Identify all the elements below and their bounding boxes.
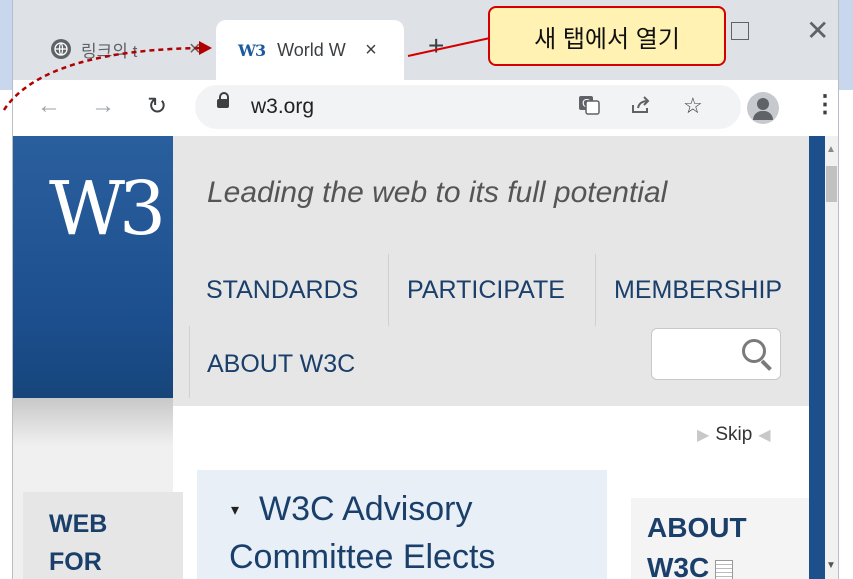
- forward-arrow-icon[interactable]: →: [91, 92, 115, 120]
- skip-row: ▶ Skip ◀: [173, 406, 809, 464]
- web-page: W3 Leading the web to its full potential…: [13, 136, 825, 579]
- left-column: WEB FOR: [23, 492, 183, 579]
- news-headline-line-2[interactable]: Committee Elects: [229, 538, 495, 577]
- search-input[interactable]: [651, 328, 781, 380]
- nav-standards[interactable]: STANDARDS: [206, 276, 358, 305]
- maximize-icon[interactable]: [731, 22, 749, 40]
- document-icon: [715, 559, 734, 579]
- w3-favicon-icon: W3: [238, 40, 266, 60]
- translate-icon[interactable]: G: [577, 93, 601, 123]
- nav-about-w3c[interactable]: ABOUT W3C: [207, 350, 355, 379]
- nav-participate[interactable]: PARTICIPATE: [407, 276, 565, 305]
- tagline: Leading the web to its full potential: [207, 176, 668, 209]
- tab-inactive-title: 링크의 t: [81, 41, 138, 61]
- right-column-line-1[interactable]: ABOUT: [647, 512, 747, 544]
- right-column: ABOUT W3C: [631, 498, 809, 579]
- back-arrow-icon[interactable]: ←: [37, 92, 61, 120]
- skip-label: Skip: [715, 424, 753, 445]
- news-headline-line-1[interactable]: W3C Advisory: [259, 490, 473, 529]
- close-icon[interactable]: ×: [365, 39, 377, 62]
- tab-active[interactable]: W3 World W ×: [216, 20, 404, 80]
- news-panel: ▾ W3C Advisory Committee Elects: [197, 470, 607, 579]
- address-bar[interactable]: w3.org G ☆: [195, 85, 741, 129]
- lock-icon: [217, 92, 229, 108]
- right-column-line-2[interactable]: W3C: [647, 552, 734, 579]
- search-icon[interactable]: [742, 339, 766, 363]
- scroll-down-icon[interactable]: ▼: [826, 560, 836, 571]
- nav-divider: [388, 254, 389, 326]
- star-icon[interactable]: ☆: [683, 93, 703, 119]
- close-icon[interactable]: ×: [189, 38, 201, 61]
- right-blue-band: [809, 136, 825, 579]
- caret-down-icon[interactable]: ▾: [231, 500, 239, 520]
- close-icon[interactable]: ✕: [806, 14, 829, 47]
- triangle-right-icon: ▶: [697, 427, 710, 444]
- menu-dots-icon[interactable]: ⋮: [813, 90, 837, 119]
- logo-shadow: [13, 398, 173, 446]
- nav-divider: [595, 254, 596, 326]
- triangle-left-icon: ◀: [758, 427, 771, 444]
- browser-window: 링크의 t × W3 World W × + ✕ ← → ↻ w3.org G …: [12, 0, 839, 579]
- tab-inactive[interactable]: 링크의 t ×: [43, 28, 218, 70]
- callout-box: 새 탭에서 열기: [488, 6, 726, 66]
- tab-active-title: World W: [277, 39, 346, 60]
- globe-icon: [51, 39, 71, 59]
- skip-link[interactable]: ▶ Skip ◀: [697, 424, 771, 446]
- page-header: Leading the web to its full potential ST…: [173, 136, 809, 406]
- w3c-logo-band: W3: [13, 136, 173, 406]
- w3c-logo[interactable]: W3: [49, 166, 166, 252]
- scroll-up-icon[interactable]: ▲: [826, 144, 836, 155]
- right-column-w3c-text: W3C: [647, 552, 710, 579]
- nav-membership[interactable]: MEMBERSHIP: [614, 276, 782, 305]
- scroll-thumb[interactable]: [826, 166, 837, 202]
- profile-icon[interactable]: [747, 92, 779, 124]
- reload-icon[interactable]: ↻: [147, 92, 167, 121]
- share-icon[interactable]: [629, 93, 653, 123]
- plus-icon[interactable]: +: [428, 30, 444, 62]
- toolbar: ← → ↻ w3.org G ☆ ⋮: [13, 80, 838, 136]
- url-text[interactable]: w3.org: [251, 95, 314, 119]
- left-column-line-1[interactable]: WEB: [49, 510, 107, 539]
- callout-text: 새 탭에서 열기: [534, 25, 680, 53]
- left-column-line-2[interactable]: FOR: [49, 548, 102, 577]
- scrollbar[interactable]: ▲ ▼: [825, 136, 838, 579]
- nav-divider: [189, 326, 190, 398]
